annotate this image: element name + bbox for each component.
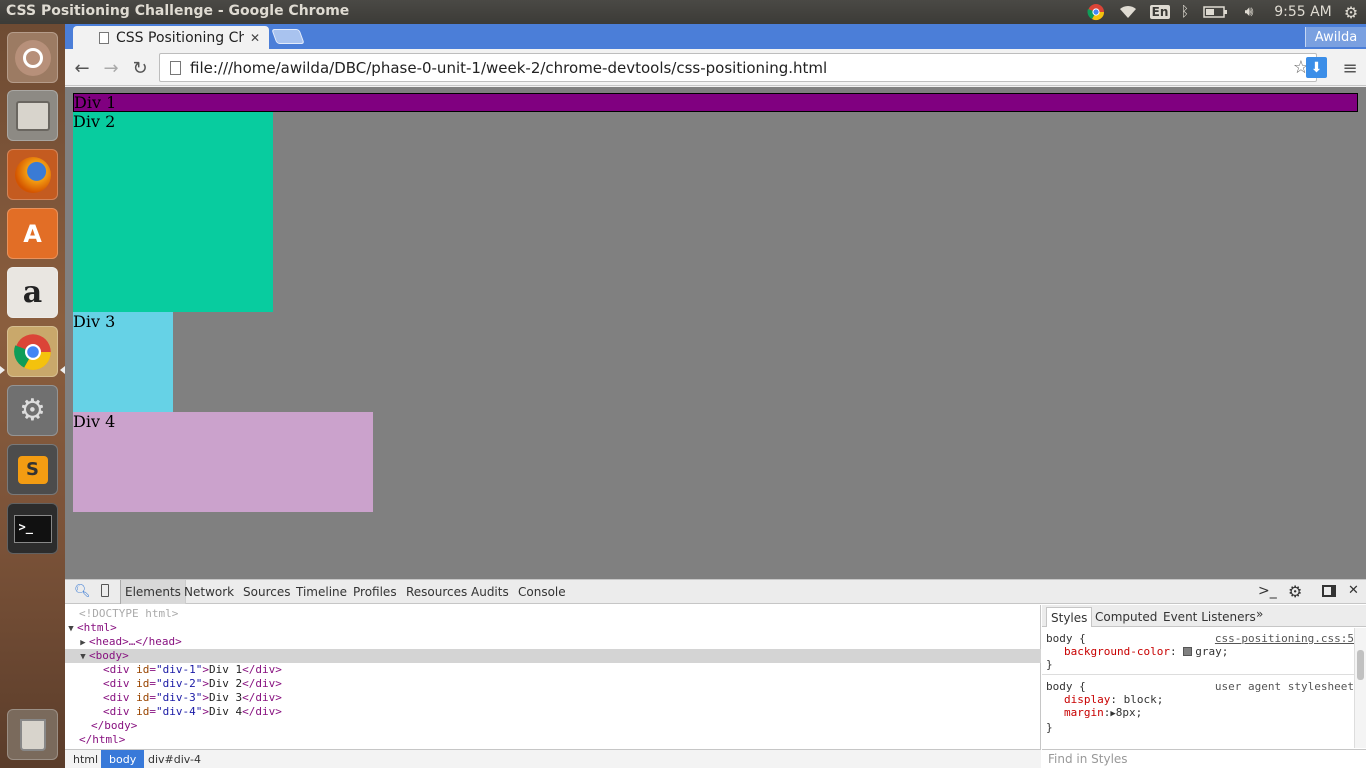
back-arrow-icon[interactable]: ← xyxy=(71,57,93,79)
dom-line-html[interactable]: ▼ <html> xyxy=(65,621,1041,635)
styles-scrollbar[interactable] xyxy=(1354,628,1366,748)
tab-sources[interactable]: Sources xyxy=(239,580,294,604)
tab-profiles[interactable]: Profiles xyxy=(349,580,401,604)
tab-elements[interactable]: Elements xyxy=(120,580,186,604)
div-2: Div 2 xyxy=(73,112,273,312)
dom-line-div[interactable]: <div id="div-4">Div 4</div> xyxy=(65,705,1041,719)
tab-strip: CSS Positioning Challenge ✕ Awilda xyxy=(65,24,1366,49)
volume-icon[interactable]: 🔊︎ xyxy=(1238,2,1260,22)
language-label: En xyxy=(1149,5,1171,19)
device-mode-icon[interactable] xyxy=(101,584,109,597)
top-panel: CSS Positioning Challenge - Google Chrom… xyxy=(0,0,1366,24)
window-title: CSS Positioning Challenge - Google Chrom… xyxy=(6,3,350,19)
battery-icon[interactable] xyxy=(1202,2,1230,22)
url-text[interactable]: file:///home/awilda/DBC/phase-0-unit-1/w… xyxy=(190,59,827,77)
bluetooth-icon[interactable]: ᛒ xyxy=(1178,2,1192,22)
page-viewport: Div 1 Div 2 Div 3 Div 4 xyxy=(65,87,1366,579)
dom-tree: <!DOCTYPE html> ▼ <html> ▶ <head>…</head> … xyxy=(65,605,1041,749)
dom-line-div[interactable]: <div id="div-3">Div 3</div> xyxy=(65,691,1041,705)
page-icon xyxy=(170,60,181,75)
styles-tabs: Styles Computed Event Listeners » xyxy=(1042,605,1366,627)
forward-arrow-icon[interactable]: → xyxy=(100,57,122,79)
inspect-search-icon[interactable]: 🔍︎ xyxy=(74,584,91,599)
ubuntu-dash-icon[interactable] xyxy=(7,32,58,83)
sublime-text-icon[interactable]: S xyxy=(7,444,58,495)
tab-timeline[interactable]: Timeline xyxy=(292,580,351,604)
dom-line-doctype[interactable]: <!DOCTYPE html> xyxy=(65,607,1041,621)
tab-title: CSS Positioning Challenge xyxy=(116,29,244,46)
software-center-icon[interactable]: A xyxy=(7,208,58,259)
close-tab-icon[interactable]: ✕ xyxy=(250,31,260,45)
profile-button[interactable]: Awilda xyxy=(1305,27,1366,47)
dom-line-div[interactable]: <div id="div-2">Div 2</div> xyxy=(65,677,1041,691)
devtools-panel: 🔍︎ Elements Network Sources Timeline Pro… xyxy=(65,579,1366,768)
tab-console[interactable]: Console xyxy=(514,580,570,604)
div-3: Div 3 xyxy=(73,312,173,412)
scrollbar-thumb[interactable] xyxy=(1357,650,1364,680)
session-gear-icon[interactable]: ⚙ xyxy=(1340,2,1362,22)
css-rule[interactable]: body { css-positioning.css:5 background-… xyxy=(1042,632,1354,675)
breadcrumb-div-4[interactable]: div#div-4 xyxy=(140,750,209,768)
breadcrumb-body[interactable]: body xyxy=(101,750,145,768)
terminal-icon[interactable]: >_ xyxy=(7,503,58,554)
wifi-icon[interactable] xyxy=(1117,2,1139,22)
system-settings-icon[interactable]: ⚙ xyxy=(7,385,58,436)
new-tab-button[interactable] xyxy=(271,29,305,44)
dom-line-div[interactable]: <div id="div-1">Div 1</div> xyxy=(65,663,1041,677)
launcher: A a ⚙ S >_ xyxy=(0,24,65,768)
devtools-toolbar: 🔍︎ Elements Network Sources Timeline Pro… xyxy=(65,580,1366,604)
rule-source-label: user agent stylesheet xyxy=(1214,680,1354,693)
tab-computed[interactable]: Computed xyxy=(1091,607,1161,627)
trash-icon[interactable] xyxy=(7,709,58,760)
browser-toolbar: ← → ↻ file:///home/awilda/DBC/phase-0-un… xyxy=(65,49,1366,86)
active-app-marker xyxy=(0,366,5,374)
expanded-triangle-icon[interactable]: ▼ xyxy=(77,650,89,664)
dom-line-html-close[interactable]: </html> xyxy=(65,733,1041,747)
tab-styles[interactable]: Styles xyxy=(1046,607,1093,627)
div-4: Div 4 xyxy=(73,412,373,512)
chrome-menu-icon[interactable]: ≡ xyxy=(1339,57,1361,79)
close-devtools-icon[interactable]: ✕ xyxy=(1348,583,1359,598)
amazon-icon[interactable]: a xyxy=(7,267,58,318)
dom-line-body[interactable]: ▼ <body> xyxy=(65,649,1041,663)
files-icon[interactable] xyxy=(7,90,58,141)
more-tabs-icon[interactable]: » xyxy=(1256,607,1263,621)
tab-audits[interactable]: Audits xyxy=(467,580,513,604)
find-in-styles-input[interactable]: Find in Styles xyxy=(1042,749,1366,768)
dock-side-icon[interactable] xyxy=(1322,585,1336,597)
page-favicon-icon xyxy=(99,31,109,44)
breadcrumb: html body div#div-4 xyxy=(65,749,1041,768)
div-1: Div 1 xyxy=(73,93,1358,112)
browser-window: CSS Positioning Challenge ✕ Awilda ← → ↻… xyxy=(65,24,1366,768)
tab-network[interactable]: Network xyxy=(180,580,238,604)
expanded-triangle-icon[interactable]: ▼ xyxy=(65,622,77,636)
color-swatch[interactable] xyxy=(1183,647,1193,656)
tab-event-listeners[interactable]: Event Listeners xyxy=(1159,607,1260,627)
rule-source-link[interactable]: css-positioning.css:5 xyxy=(1215,632,1354,645)
console-drawer-icon[interactable]: >_ xyxy=(1258,583,1277,599)
collapsed-triangle-icon[interactable]: ▶ xyxy=(77,636,89,650)
breadcrumb-html[interactable]: html xyxy=(65,750,106,768)
chrome-icon[interactable] xyxy=(7,326,58,377)
address-bar[interactable]: file:///home/awilda/DBC/phase-0-unit-1/w… xyxy=(159,53,1317,82)
keyboard-language-indicator[interactable]: En xyxy=(1149,2,1171,22)
browser-tab[interactable]: CSS Positioning Challenge ✕ xyxy=(73,26,269,49)
css-rule[interactable]: body { user agent stylesheet display: bl… xyxy=(1042,680,1354,734)
chrome-tray-icon[interactable] xyxy=(1086,2,1106,22)
dom-line-body-close[interactable]: </body> xyxy=(65,719,1041,733)
download-icon[interactable]: ⬇ xyxy=(1306,57,1327,78)
reload-icon[interactable]: ↻ xyxy=(129,57,151,79)
clock[interactable]: 9:55 AM xyxy=(1270,2,1336,22)
styles-sidebar: Styles Computed Event Listeners » body {… xyxy=(1042,605,1366,768)
dom-line-head[interactable]: ▶ <head>…</head> xyxy=(65,635,1041,649)
devtools-settings-gear-icon[interactable]: ⚙ xyxy=(1288,582,1302,601)
tab-resources[interactable]: Resources xyxy=(402,580,471,604)
firefox-icon[interactable] xyxy=(7,149,58,200)
